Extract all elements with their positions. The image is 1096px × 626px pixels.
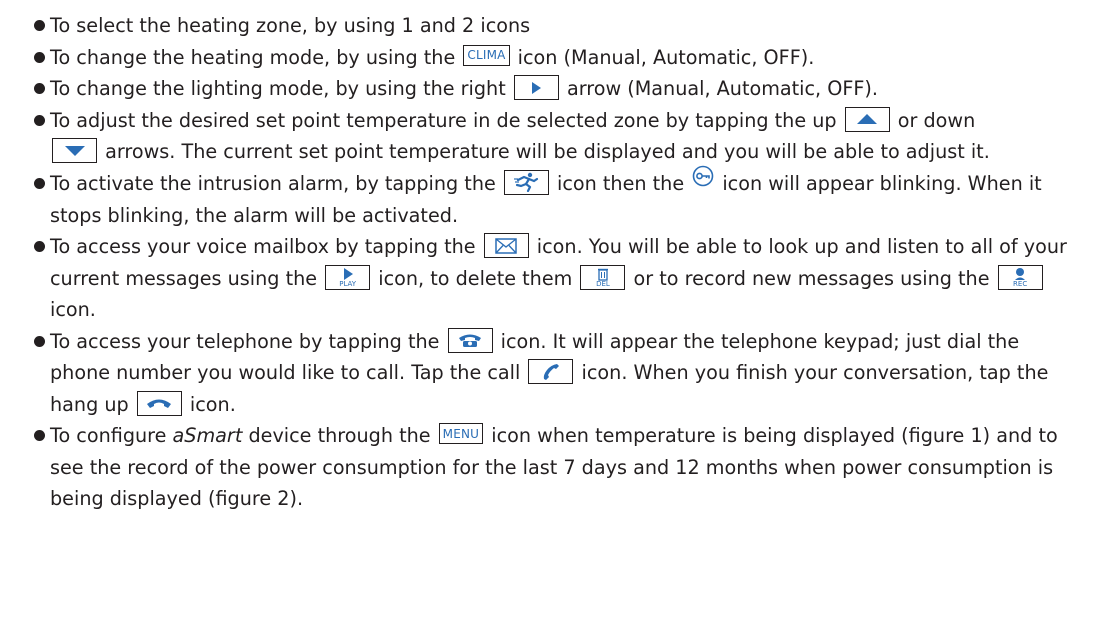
list-item: To configure aSmart device through the M…	[0, 420, 1096, 515]
item-text: icon.	[50, 298, 96, 322]
bullet-icon	[34, 335, 45, 347]
play-icon: PLAY	[325, 264, 371, 290]
list-item: To change the heating mode, by using the…	[0, 42, 1096, 74]
clima-icon-label: CLIMA	[467, 48, 506, 62]
bullet-icon	[34, 177, 45, 189]
call-handset-icon	[528, 359, 574, 385]
record-icon-caption: REC	[1013, 279, 1028, 288]
hang-up-icon	[136, 390, 182, 416]
item-text: arrow (Manual, Automatic, OFF).	[560, 77, 879, 100]
mail-envelope-icon	[483, 233, 529, 259]
item-text: To change the lighting mode, by using th…	[50, 77, 512, 100]
item-text: or to record new messages using the	[627, 266, 996, 290]
item-text: To activate the intrusion alarm, by tapp…	[50, 171, 502, 195]
up-arrow-icon	[844, 106, 890, 132]
document-page: To select the heating zone, by using 1 a…	[0, 0, 1096, 626]
bullet-icon	[34, 51, 45, 63]
instruction-list: To select the heating zone, by using 1 a…	[0, 10, 1096, 515]
item-text: To access your telephone by tapping the	[50, 329, 446, 353]
item-text: icon.	[183, 392, 236, 416]
bullet-icon	[34, 83, 45, 94]
item-text: icon then the	[550, 171, 691, 195]
item-text: To access your voice mailbox by tapping …	[50, 235, 482, 259]
delete-icon-caption: DEL	[596, 279, 610, 288]
telephone-icon	[447, 327, 493, 353]
intrusion-running-man-icon	[503, 169, 549, 195]
bullet-icon	[34, 430, 45, 442]
delete-trash-icon: DEL	[580, 264, 626, 290]
item-text: or down	[891, 108, 976, 132]
item-text: To adjust the desired set point temperat…	[50, 108, 843, 132]
cut-off-previous-line	[20, 0, 620, 3]
bullet-icon	[34, 114, 45, 126]
item-text: To change the heating mode, by using the	[50, 45, 462, 69]
down-arrow-icon	[52, 138, 97, 163]
item-text: To select the heating zone, by using 1 a…	[50, 14, 531, 37]
right-arrow-icon	[513, 75, 559, 100]
bullet-icon	[34, 20, 45, 31]
list-item: To access your voice mailbox by tapping …	[0, 231, 1096, 326]
play-icon-caption: PLAY	[339, 279, 357, 288]
menu-icon-label: MENU	[442, 426, 480, 441]
clima-icon: CLIMA	[463, 44, 510, 66]
list-item: To adjust the desired set point temperat…	[0, 105, 1096, 168]
record-icon: REC	[997, 264, 1043, 290]
menu-icon: MENU	[438, 423, 484, 445]
list-item: To change the lighting mode, by using th…	[0, 73, 1096, 105]
list-item: To activate the intrusion alarm, by tapp…	[0, 165, 1096, 232]
item-text: To configure	[50, 424, 173, 448]
list-item: To select the heating zone, by using 1 a…	[0, 10, 1096, 42]
alarm-key-icon	[692, 165, 714, 197]
bullet-icon	[34, 241, 45, 253]
product-name: aSmart	[172, 424, 243, 448]
item-text: icon, to delete them	[372, 266, 579, 290]
item-text: device through the	[242, 424, 437, 448]
item-text: icon (Manual, Automatic, OFF).	[511, 45, 815, 69]
item-text: arrows. The current set point temperatur…	[99, 140, 990, 163]
list-item: To access your telephone by tapping the …	[0, 326, 1096, 421]
